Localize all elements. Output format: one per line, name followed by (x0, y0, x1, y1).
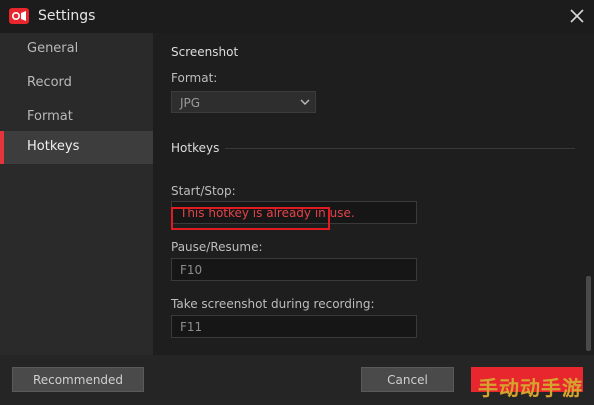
sidebar-item-general[interactable]: General (0, 33, 153, 66)
sidebar-item-label: Record (27, 75, 72, 90)
cancel-button[interactable]: Cancel (361, 367, 454, 392)
title-bar: Settings (0, 0, 594, 33)
close-icon (570, 9, 584, 23)
format-select[interactable]: JPG (171, 91, 316, 113)
pause-resume-hotkey-input[interactable]: F10 (171, 258, 417, 281)
take-screenshot-value: F11 (180, 320, 203, 334)
sidebar-item-label: Format (27, 109, 73, 124)
sidebar-item-label: General (27, 41, 79, 56)
sidebar-item-record[interactable]: Record (0, 67, 153, 100)
pause-resume-label: Pause/Resume: (171, 240, 263, 254)
sidebar-item-hotkeys[interactable]: Hotkeys (0, 131, 153, 164)
settings-sidebar: General Record Format Hotkeys (0, 33, 153, 355)
close-button[interactable] (566, 5, 588, 27)
recommended-button[interactable]: Recommended (12, 367, 144, 392)
content-scrollbar[interactable] (586, 276, 591, 351)
watermark-text: 手动动手游 (478, 376, 583, 400)
section-divider (225, 148, 575, 149)
pause-resume-value: F10 (180, 263, 203, 277)
active-indicator (0, 131, 4, 164)
record-camera-icon (9, 8, 29, 24)
settings-content: Screenshot Format: JPG Hotkeys Start/Sto… (153, 33, 594, 355)
format-select-value: JPG (180, 96, 201, 110)
sidebar-item-label: Hotkeys (27, 139, 80, 154)
chevron-down-icon (300, 99, 310, 105)
hotkeys-section-title: Hotkeys (171, 141, 220, 155)
format-label: Format: (171, 71, 218, 85)
window-title: Settings (38, 8, 96, 24)
screenshot-section-title: Screenshot (171, 45, 239, 59)
take-screenshot-label: Take screenshot during recording: (171, 297, 375, 311)
sidebar-item-format[interactable]: Format (0, 101, 153, 134)
start-stop-label: Start/Stop: (171, 184, 236, 198)
error-highlight-box (171, 207, 330, 230)
take-screenshot-hotkey-input[interactable]: F11 (171, 315, 417, 338)
